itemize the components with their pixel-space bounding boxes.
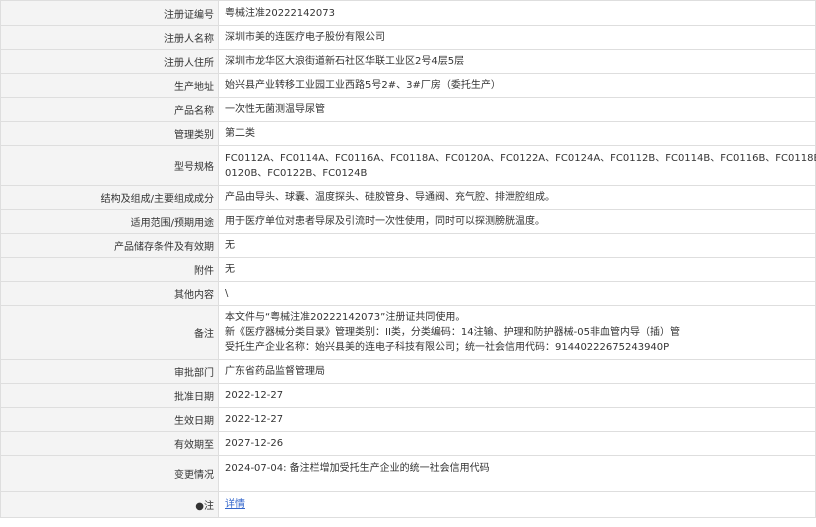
row-label: 结构及组成/主要组成成分 [0, 185, 219, 210]
table-row: 生效日期 2022-12-27 [0, 407, 816, 432]
table-row: 产品储存条件及有效期 无 [0, 233, 816, 258]
remark-line: 新《医疗器械分类目录》管理类别：II类，分类编码：14注输、护理和防护器械-05… [225, 327, 680, 338]
row-label: 有效期至 [0, 431, 219, 456]
row-value: 产品由导头、球囊、温度探头、硅胶管身、导通阀、充气腔、排泄腔组成。 [218, 185, 816, 210]
row-value: 深圳市美的连医疗电子股份有限公司 [218, 25, 816, 50]
row-label: 批准日期 [0, 383, 219, 408]
row-value: 一次性无菌测温导尿管 [218, 97, 816, 122]
row-label: 产品名称 [0, 97, 219, 122]
row-value: 无 [218, 233, 816, 258]
row-value: 第二类 [218, 121, 816, 146]
table-row: 适用范围/预期用途 用于医疗单位对患者导尿及引流时一次性使用，同时可以探测膀胱温… [0, 209, 816, 234]
row-label: 管理类别 [0, 121, 219, 146]
row-label: ●注 [0, 491, 219, 518]
model-spec-line: FC0112A、FC0114A、FC0116A、FC0118A、FC0120A、… [225, 152, 816, 164]
row-label: 生产地址 [0, 73, 219, 98]
row-label: 备注 [0, 305, 219, 360]
table-row: 管理类别 第二类 [0, 121, 816, 146]
row-value: FC0112A、FC0114A、FC0116A、FC0118A、FC0120A、… [218, 145, 816, 186]
row-value: 2024-07-04: 备注栏增加受托生产企业的统一社会信用代码 [218, 455, 816, 492]
model-spec-line: 0120B、FC0122B、FC0124B [225, 167, 368, 179]
row-label: 注册人住所 [0, 49, 219, 74]
row-value: 广东省药品监督管理局 [218, 359, 816, 384]
remark-line: 本文件与“粤械注准20222142073”注册证共同使用。 [225, 312, 466, 323]
detail-link[interactable]: 详情 [225, 499, 245, 510]
row-label: 型号规格 [0, 145, 219, 186]
row-value: 用于医疗单位对患者导尿及引流时一次性使用，同时可以探测膀胱温度。 [218, 209, 816, 234]
row-label: 适用范围/预期用途 [0, 209, 219, 234]
remark-line: 受托生产企业名称：始兴县美的连电子科技有限公司；统一社会信用代码：9144022… [225, 342, 670, 353]
row-label: 附件 [0, 257, 219, 282]
table-row: 有效期至 2027-12-26 [0, 431, 816, 456]
registration-table: 注册证编号 粤械注准20222142073 注册人名称 深圳市美的连医疗电子股份… [0, 0, 816, 518]
table-row: 变更情况 2024-07-04: 备注栏增加受托生产企业的统一社会信用代码 [0, 455, 816, 492]
table-row: 注册人名称 深圳市美的连医疗电子股份有限公司 [0, 25, 816, 50]
table-row: 批准日期 2022-12-27 [0, 383, 816, 408]
table-row: 结构及组成/主要组成成分 产品由导头、球囊、温度探头、硅胶管身、导通阀、充气腔、… [0, 185, 816, 210]
table-row: 备注 本文件与“粤械注准20222142073”注册证共同使用。 新《医疗器械分… [0, 305, 816, 360]
table-row: 附件 无 [0, 257, 816, 282]
row-value: 2022-12-27 [218, 383, 816, 408]
row-value: 2027-12-26 [218, 431, 816, 456]
row-label: 审批部门 [0, 359, 219, 384]
row-value: 深圳市龙华区大浪街道新石社区华联工业区2号4层5层 [218, 49, 816, 74]
row-value: 粤械注准20222142073 [218, 0, 816, 26]
table-row: 生产地址 始兴县产业转移工业园工业西路5号2#、3#厂房（委托生产） [0, 73, 816, 98]
table-row: 产品名称 一次性无菌测温导尿管 [0, 97, 816, 122]
table-row: 型号规格 FC0112A、FC0114A、FC0116A、FC0118A、FC0… [0, 145, 816, 186]
row-label: 变更情况 [0, 455, 219, 492]
row-label: 注册证编号 [0, 0, 219, 26]
row-label: 其他内容 [0, 281, 219, 306]
row-label: 生效日期 [0, 407, 219, 432]
row-value: 2022-12-27 [218, 407, 816, 432]
table-row: 注册人住所 深圳市龙华区大浪街道新石社区华联工业区2号4层5层 [0, 49, 816, 74]
table-row: 审批部门 广东省药品监督管理局 [0, 359, 816, 384]
row-value: 本文件与“粤械注准20222142073”注册证共同使用。 新《医疗器械分类目录… [218, 305, 816, 360]
row-value: 详情 [218, 491, 816, 518]
row-value: \ [218, 281, 816, 306]
table-row: ●注 详情 [0, 491, 816, 518]
row-label: 注册人名称 [0, 25, 219, 50]
row-label: 产品储存条件及有效期 [0, 233, 219, 258]
table-row: 其他内容 \ [0, 281, 816, 306]
row-value: 始兴县产业转移工业园工业西路5号2#、3#厂房（委托生产） [218, 73, 816, 98]
table-row: 注册证编号 粤械注准20222142073 [0, 0, 816, 26]
row-value: 无 [218, 257, 816, 282]
